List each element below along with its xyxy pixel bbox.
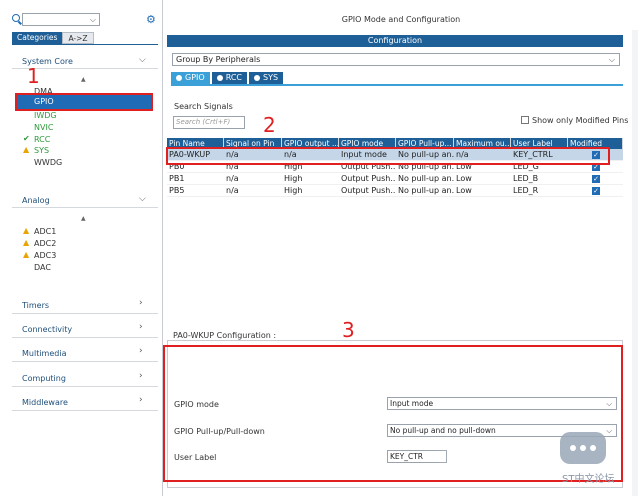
modified-checkbox[interactable]: ✓ xyxy=(592,175,600,183)
tab-rcc[interactable]: RCC xyxy=(211,72,248,84)
scrollbar[interactable] xyxy=(632,30,638,496)
table-cell: Output Push... xyxy=(341,174,396,183)
table-cell: High xyxy=(284,174,303,183)
sidebar-item-nvic[interactable]: NVIC xyxy=(34,123,53,132)
tab-rcc-label: RCC xyxy=(225,73,243,82)
table-cell: High xyxy=(284,186,303,195)
tab-a-z[interactable]: A->Z xyxy=(62,32,94,44)
tab-underline xyxy=(171,84,623,86)
group-computing[interactable]: Computing xyxy=(22,374,66,383)
tab-categories[interactable]: Categories xyxy=(12,32,63,44)
category-tabs: Categories A->Z xyxy=(12,32,94,44)
table-row[interactable]: PB5 n/a High Output Push... No pull-up a… xyxy=(167,185,623,197)
warning-icon: ▲ xyxy=(23,238,30,247)
search-icon xyxy=(12,14,20,22)
chevron-right-icon[interactable]: › xyxy=(139,395,143,405)
modified-cell: ✓ xyxy=(568,185,623,196)
table-cell: LED_R xyxy=(513,186,539,195)
chevron-right-icon[interactable]: › xyxy=(139,346,143,356)
sidebar-item-adc3[interactable]: ADC3 xyxy=(34,251,56,260)
search-signals-input[interactable]: Search (Crtl+F) xyxy=(173,116,245,129)
chevron-right-icon[interactable]: › xyxy=(139,371,143,381)
status-dot-icon xyxy=(216,74,223,81)
pin-config-title: PA0-WKUP Configuration : xyxy=(171,331,279,340)
page-title: GPIO Mode and Configuration xyxy=(341,15,461,24)
sidebar-item-wwdg[interactable]: WWDG xyxy=(34,158,62,167)
table-cell: No pull-up an... xyxy=(398,186,454,195)
tab-gpio[interactable]: GPIO xyxy=(171,72,210,84)
checkbox[interactable] xyxy=(521,116,529,124)
check-icon: ✔ xyxy=(23,134,30,143)
table-cell: No pull-up an... xyxy=(398,174,454,183)
group-by-select[interactable]: Group By Peripherals ⌵ xyxy=(172,53,620,66)
annotation-box-2 xyxy=(166,147,610,165)
chevron-down-icon[interactable]: ⌵ xyxy=(609,54,615,65)
divider xyxy=(12,313,158,314)
sidebar-item-dac[interactable]: DAC xyxy=(34,263,51,272)
chevron-down-icon[interactable]: ⌵ xyxy=(139,55,146,65)
warning-icon: ▲ xyxy=(23,145,30,154)
annotation-box-1 xyxy=(15,93,153,111)
table-cell: LED_B xyxy=(513,174,539,183)
table-cell: n/a xyxy=(226,174,239,183)
gear-icon[interactable]: ⚙ xyxy=(146,13,156,26)
table-cell: PB5 xyxy=(169,186,185,195)
chevron-right-icon[interactable]: › xyxy=(139,322,143,332)
table-cell: Low xyxy=(456,186,472,195)
configuration-header: Configuration xyxy=(167,35,623,47)
divider xyxy=(12,207,158,208)
scroll-up-icon[interactable]: ▲ xyxy=(81,76,86,83)
status-dot-icon xyxy=(176,74,182,81)
annotation-number-2: 2 xyxy=(263,113,276,137)
sidebar-item-rcc[interactable]: RCC xyxy=(34,135,50,144)
group-by-value: Group By Peripherals xyxy=(176,55,261,64)
table-cell: Output Push... xyxy=(341,186,396,195)
left-panel xyxy=(0,0,163,496)
chevron-down-icon[interactable]: ⌵ xyxy=(90,15,96,25)
warning-icon: ▲ xyxy=(23,250,30,259)
category-search-combo[interactable]: ⌵ xyxy=(22,13,100,26)
modified-checkbox[interactable]: ✓ xyxy=(592,187,600,195)
group-connectivity[interactable]: Connectivity xyxy=(22,325,72,334)
group-multimedia[interactable]: Multimedia xyxy=(22,349,66,358)
peripheral-tabs: GPIO RCC SYS xyxy=(171,72,285,84)
tab-sys-label: SYS xyxy=(263,73,279,82)
sidebar-item-sys[interactable]: SYS xyxy=(34,146,49,155)
chat-bubble-icon xyxy=(560,432,606,464)
tab-sys[interactable]: SYS xyxy=(249,72,284,84)
scroll-up-icon[interactable]: ▲ xyxy=(81,215,86,222)
annotation-number-3: 3 xyxy=(342,318,355,342)
divider xyxy=(12,361,158,362)
sidebar-item-adc2[interactable]: ADC2 xyxy=(34,239,56,248)
chevron-down-icon[interactable]: ⌵ xyxy=(139,194,146,204)
status-dot-icon xyxy=(254,74,261,81)
table-cell: n/a xyxy=(226,186,239,195)
watermark-text: ST中文论坛 xyxy=(562,474,615,485)
table-cell: Low xyxy=(456,174,472,183)
sidebar-item-adc1[interactable]: ADC1 xyxy=(34,227,56,236)
show-modified-toggle[interactable]: Show only Modified Pins xyxy=(521,116,628,125)
annotation-number-1: 1 xyxy=(27,64,40,88)
divider xyxy=(12,410,158,411)
modified-cell: ✓ xyxy=(568,173,623,184)
table-row[interactable]: PB1 n/a High Output Push... No pull-up a… xyxy=(167,173,623,185)
warning-icon: ▲ xyxy=(23,226,30,235)
tab-underline xyxy=(12,44,158,45)
show-modified-label: Show only Modified Pins xyxy=(532,116,629,125)
group-middleware[interactable]: Middleware xyxy=(22,398,68,407)
divider xyxy=(12,337,158,338)
tab-gpio-label: GPIO xyxy=(185,73,205,82)
group-timers[interactable]: Timers xyxy=(22,301,49,310)
table-cell: PB1 xyxy=(169,174,185,183)
sidebar-item-iwdg[interactable]: IWDG xyxy=(34,111,57,120)
search-signals-label: Search Signals xyxy=(174,102,233,111)
chevron-right-icon[interactable]: › xyxy=(139,298,143,308)
group-analog[interactable]: Analog xyxy=(22,196,50,205)
divider xyxy=(12,386,158,387)
